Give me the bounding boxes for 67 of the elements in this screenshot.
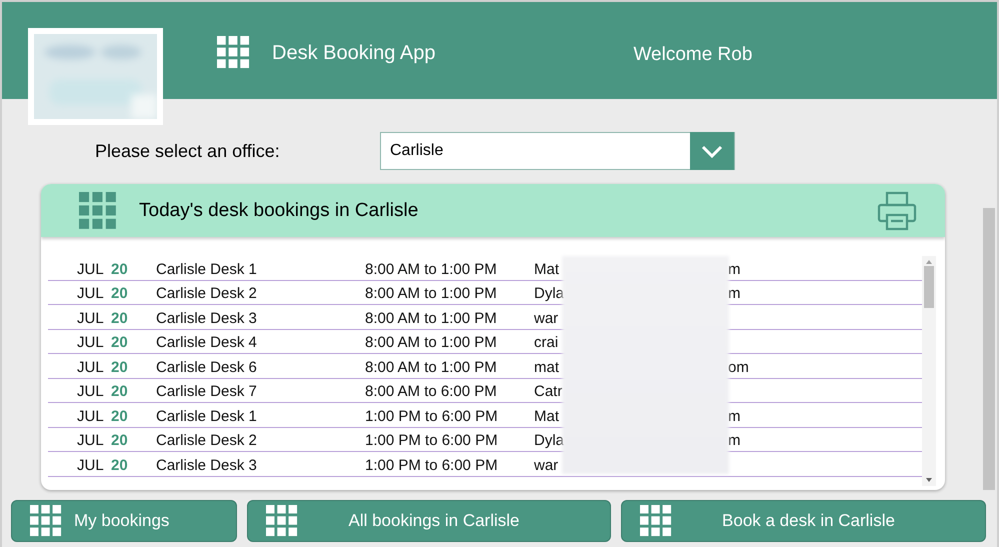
office-label: Please select an office: (95, 140, 281, 162)
nav-button[interactable]: Book a desk in Carlisle (621, 500, 986, 542)
month-text: JUL (77, 456, 105, 474)
printer-icon[interactable] (877, 190, 917, 230)
email-text: Mat (534, 408, 560, 424)
time-range: 8:00 AM to 1:00 PM (365, 310, 498, 326)
month-text: JUL (77, 285, 105, 302)
desk-name: Carlisle Desk 6 (156, 358, 258, 376)
email-text: om (728, 358, 749, 376)
month-text: JUL (77, 334, 105, 351)
day-text: 20 (111, 358, 129, 376)
email-text: Catr (534, 383, 562, 400)
desk-name: Carlisle Desk 2 (156, 432, 258, 449)
month-text: JUL (77, 260, 105, 278)
time-range: 8:00 AM to 6:00 PM (365, 383, 498, 400)
month-text: JUL (77, 310, 105, 326)
office-dropdown[interactable]: Carlisle (380, 132, 735, 170)
email-text: war (534, 310, 560, 326)
email-text: m (728, 260, 740, 278)
email-text: Dyla (534, 432, 562, 449)
time-range: 1:00 PM to 6:00 PM (365, 432, 499, 449)
nav-button[interactable]: All bookings in Carlisle (247, 500, 611, 542)
card-title: Today's desk bookings in Carlisle (139, 200, 420, 222)
month-text: JUL (77, 358, 105, 376)
app-title: Desk Booking App (272, 42, 436, 65)
email-text: m (728, 408, 740, 424)
time-range: 8:00 AM to 1:00 PM (365, 260, 498, 278)
desk-name: Carlisle Desk 1 (156, 260, 258, 278)
email-text: war (534, 456, 560, 474)
day-text: 20 (111, 456, 129, 474)
time-range: 1:00 PM to 6:00 PM (365, 408, 499, 424)
grid-icon[interactable] (217, 36, 250, 69)
day-text: 20 (111, 285, 129, 302)
month-text: JUL (77, 432, 105, 449)
time-range: 8:00 AM to 1:00 PM (365, 285, 498, 302)
email-text: m (728, 432, 740, 449)
time-range: 8:00 AM to 1:00 PM (365, 358, 498, 376)
desk-name: Carlisle Desk 4 (156, 334, 258, 351)
email-text: mat (534, 358, 560, 376)
desk-name: Carlisle Desk 3 (156, 310, 258, 326)
day-text: 20 (111, 383, 129, 400)
nav-button[interactable]: My bookings (11, 500, 237, 542)
email-text: Mat (534, 260, 560, 278)
scrollbar[interactable] (983, 208, 995, 490)
email-text: Dyla (534, 285, 562, 302)
welcome-text: Welcome Rob (633, 44, 752, 66)
grid-icon (266, 505, 298, 537)
day-text: 20 (111, 334, 129, 351)
scrollbar[interactable] (922, 256, 936, 486)
chevron-down-icon[interactable] (690, 132, 734, 170)
time-range: 1:00 PM to 6:00 PM (365, 456, 499, 474)
email-text: crai (534, 334, 560, 351)
time-range: 8:00 AM to 1:00 PM (365, 334, 498, 351)
desk-name: Carlisle Desk 1 (156, 408, 258, 424)
month-text: JUL (77, 383, 105, 400)
day-text: 20 (111, 310, 129, 326)
day-text: 20 (111, 408, 129, 424)
email-text: m (728, 285, 740, 302)
day-text: 20 (111, 260, 129, 278)
desk-name: Carlisle Desk 2 (156, 285, 258, 302)
month-text: JUL (77, 408, 105, 424)
desk-name: Carlisle Desk 3 (156, 456, 258, 474)
desk-name: Carlisle Desk 7 (156, 383, 258, 400)
grid-icon (640, 505, 672, 537)
grid-icon (30, 505, 62, 537)
grid-icon (79, 192, 117, 230)
day-text: 20 (111, 432, 129, 449)
